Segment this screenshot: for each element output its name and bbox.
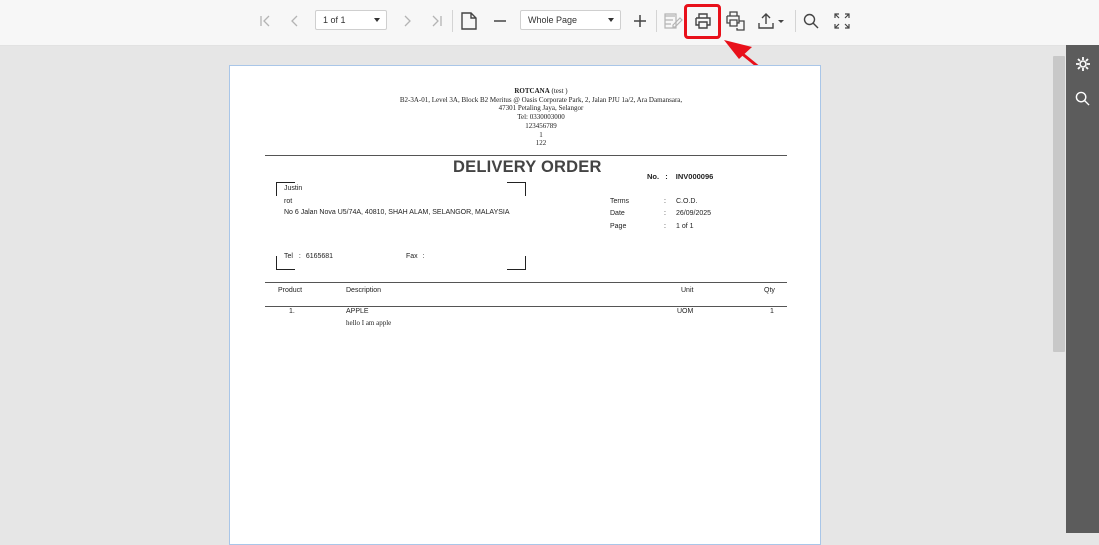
customer-tel: Tel : 6165681 [284,253,333,260]
page-value: 1 of 1 [676,223,694,230]
customer-name: Justin [284,185,303,192]
date-value: 26/09/2025 [676,210,712,217]
document-title: DELIVERY ORDER [453,158,602,176]
vertical-scrollbar[interactable] [1053,56,1065,352]
company-line4: 123456789 [525,121,557,130]
row-qty: 1 [770,308,774,315]
company-address-line1: B2-3A-01, Level 3A, Block B2 Meritus @ O… [399,95,683,104]
tel-colon: : [298,253,301,260]
row-description: APPLE [346,308,369,315]
fax-label: Fax [406,253,418,260]
page-colon: : [664,223,666,230]
tel-value: 6165681 [305,253,334,260]
fax-colon: : [422,253,425,260]
right-sidebar [1066,45,1099,533]
customer-fax: Fax : [406,253,425,260]
row-note: hello I am apple [346,319,392,327]
col-header-product: Product [278,287,303,294]
side-search-button[interactable] [1066,83,1099,113]
customer-company: rot [284,198,293,205]
row-unit: UOM [677,308,694,315]
terms-value: C.O.D. [676,198,698,205]
document-number: No. : INV000096 [647,172,713,181]
document-page: ROTCANA (test ) B2-3A-01, Level 3A, Bloc… [229,65,821,545]
col-header-description: Description [346,287,382,294]
header-divider [265,155,787,156]
tel-label: Tel [284,253,293,260]
row-number: 1. [289,308,295,315]
date-label: Date [610,210,625,217]
company-header: ROTCANA (test ) B2-3A-01, Level 3A, Bloc… [230,87,852,148]
company-line6: 122 [535,139,547,148]
date-colon: : [664,210,666,217]
customer-address: No 6 Jalan Nova U5/74A, 40810, SHAH ALAM… [284,209,510,216]
terms-colon: : [664,198,666,205]
terms-label: Terms [610,198,630,205]
company-line5: 1 [539,130,543,139]
company-tel: Tel: 0330003000 [517,113,565,122]
table-top-divider [265,282,787,283]
table-header-divider [265,306,787,307]
doc-no-label: No. [647,172,660,181]
company-name: ROTCANA [514,87,550,95]
col-header-unit: Unit [681,287,694,294]
company-address-line2: 47301 Petaling Jaya, Selangor [498,104,584,113]
company-suffix: (test ) [549,87,568,95]
search-icon [1075,91,1090,106]
box-corner-bottom-right [507,256,526,270]
box-corner-top-right [507,182,526,196]
doc-no-colon: : [665,172,668,181]
gear-icon [1075,57,1090,71]
settings-button[interactable] [1066,49,1099,79]
page-label: Page [610,223,627,230]
col-header-qty: Qty [764,287,775,294]
doc-no-value: INV000096 [675,172,714,181]
